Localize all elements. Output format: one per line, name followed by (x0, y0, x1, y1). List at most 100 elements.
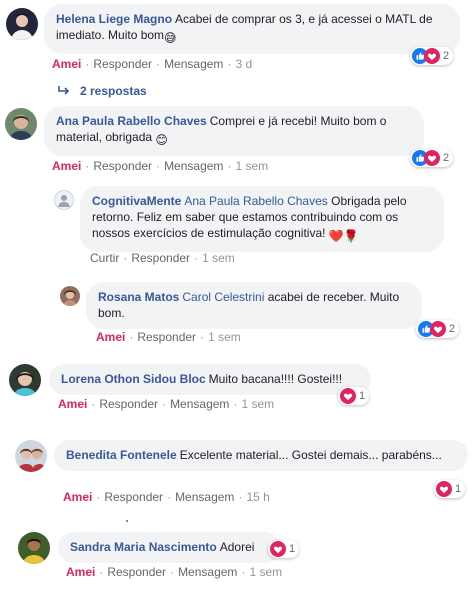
comment-actions: Curtir · Responder · 1 sem (90, 251, 235, 265)
comment-bubble: Sandra Maria Nascimento Adorei (58, 532, 280, 563)
love-button[interactable]: Amei (66, 565, 95, 579)
timestamp[interactable]: 3 d (235, 57, 252, 71)
separator-dot: · (162, 397, 167, 411)
reaction-count: 2 (443, 152, 450, 164)
separator-dot: · (227, 57, 232, 71)
like-button[interactable]: Curtir (90, 251, 119, 265)
comment-actions: Amei · Responder · 1 sem (96, 330, 241, 344)
comment-author[interactable]: Ana Paula Rabello Chaves (56, 114, 207, 128)
message-button[interactable]: Mensagem (170, 397, 229, 411)
comment-actions: Amei · Responder · Mensagem · 15 h (63, 490, 270, 504)
separator-dot: · (96, 490, 101, 504)
separator-dot: · (156, 57, 161, 71)
reply-button[interactable]: Responder (99, 397, 158, 411)
love-button[interactable]: Amei (96, 330, 125, 344)
timestamp[interactable]: 15 h (246, 490, 269, 504)
replies-count-label: 2 respostas (80, 84, 147, 98)
separator-dot: · (123, 251, 128, 265)
reaction-count: 1 (455, 483, 462, 495)
separator-dot: · (194, 251, 199, 265)
reaction-count: 2 (443, 50, 450, 62)
reaction-summary[interactable]: 1 (338, 387, 370, 405)
separator-dot: · (156, 159, 161, 173)
separator-dot: · (170, 565, 175, 579)
reply-rosana: Rosana Matos Carol Celestrini acabei de r… (0, 278, 476, 348)
reply-button[interactable]: Responder (104, 490, 163, 504)
love-reaction-icon (430, 321, 446, 337)
comment-bubble: CognitivaMente Ana Paula Rabello Chaves O… (80, 186, 444, 252)
comment-author[interactable]: Sandra Maria Nascimento (70, 540, 217, 554)
comment-ana-paula: Ana Paula Rabello Chaves Comprei e já rec… (0, 104, 476, 176)
view-replies-link[interactable]: 2 respostas (58, 84, 147, 98)
reply-button[interactable]: Responder (107, 565, 166, 579)
separator-dot: · (200, 330, 205, 344)
timestamp[interactable]: 1 sem (208, 330, 241, 344)
message-button[interactable]: Mensagem (164, 57, 223, 71)
avatar[interactable] (15, 440, 47, 472)
separator-dot: · (227, 159, 232, 173)
reaction-count: 1 (359, 390, 366, 402)
comment-bubble: Ana Paula Rabello Chaves Comprei e já rec… (44, 106, 424, 156)
separator-dot: · (85, 159, 90, 173)
love-reaction-icon (270, 541, 286, 557)
reaction-summary[interactable]: 2 (410, 47, 454, 65)
avatar[interactable] (6, 8, 38, 40)
love-reaction-icon (340, 388, 356, 404)
timestamp[interactable]: 1 sem (249, 565, 282, 579)
avatar[interactable] (5, 108, 37, 140)
love-reaction-icon (436, 481, 452, 497)
smile-emoji-icon: 😊 (155, 133, 168, 147)
avatar[interactable] (9, 364, 41, 396)
comment-bubble: Benedita Fontenele Excelente material... … (54, 440, 468, 471)
comment-actions: Amei · Responder · Mensagem · 1 sem (58, 397, 274, 411)
comment-sandra: Sandra Maria Nascimento Adorei 1 Amei · Res… (0, 528, 476, 584)
mention-link[interactable]: Carol Celestrini (182, 290, 264, 304)
reply-button[interactable]: Responder (93, 57, 152, 71)
message-button[interactable]: Mensagem (178, 565, 237, 579)
love-button[interactable]: Amei (63, 490, 92, 504)
comment-benedita: Benedita Fontenele Excelente material... … (0, 436, 476, 508)
reaction-summary[interactable]: 1 (268, 540, 300, 558)
comment-author[interactable]: Lorena Othon Sidou Bloc (61, 372, 206, 386)
comment-author[interactable]: CognitivaMente (92, 194, 181, 208)
separator-dot: · (91, 397, 96, 411)
timestamp[interactable]: 1 sem (202, 251, 235, 265)
divider-dot (126, 520, 128, 522)
comment-text: Excelente material... Gostei demais... p… (179, 448, 442, 462)
reply-button[interactable]: Responder (137, 330, 196, 344)
comment-text: Muito bacana!!!! Gostei!!! (208, 372, 343, 386)
comment-actions: Amei · Responder · Mensagem · 3 d (52, 57, 252, 71)
avatar[interactable] (60, 286, 80, 306)
avatar[interactable] (54, 190, 74, 210)
timestamp[interactable]: 1 sem (235, 159, 268, 173)
message-button[interactable]: Mensagem (164, 159, 223, 173)
comment-bubble: Helena Liege Magno Acabei de comprar os 3… (44, 4, 460, 54)
comment-bubble: Rosana Matos Carol Celestrini acabei de r… (86, 282, 422, 329)
comment-author[interactable]: Benedita Fontenele (66, 448, 177, 462)
love-button[interactable]: Amei (58, 397, 87, 411)
love-button[interactable]: Amei (52, 159, 81, 173)
reply-cognitivamente: CognitivaMente Ana Paula Rabello Chaves O… (0, 180, 476, 270)
separator-dot: · (233, 397, 238, 411)
mention-link[interactable]: Ana Paula Rabello Chaves (184, 194, 327, 208)
separator-dot: · (129, 330, 134, 344)
reaction-summary[interactable]: 2 (410, 149, 454, 167)
reply-arrow-icon (58, 86, 70, 95)
reply-button[interactable]: Responder (131, 251, 190, 265)
comment-author[interactable]: Rosana Matos (98, 290, 179, 304)
reply-button[interactable]: Responder (93, 159, 152, 173)
avatar[interactable] (18, 532, 50, 564)
message-button[interactable]: Mensagem (175, 490, 234, 504)
reaction-summary[interactable]: 1 (434, 480, 466, 498)
comment-author[interactable]: Helena Liege Magno (56, 12, 172, 26)
separator-dot: · (85, 57, 90, 71)
reaction-count: 2 (449, 323, 456, 335)
separator-dot: · (241, 565, 246, 579)
separator-dot: · (167, 490, 172, 504)
reaction-summary[interactable]: 2 (416, 320, 460, 338)
love-button[interactable]: Amei (52, 57, 81, 71)
reaction-count: 1 (289, 543, 296, 555)
timestamp[interactable]: 1 sem (241, 397, 274, 411)
comment-text: Adorei (219, 540, 255, 554)
comment-lorena: Lorena Othon Sidou Bloc Muito bacana!!!! … (0, 360, 476, 416)
